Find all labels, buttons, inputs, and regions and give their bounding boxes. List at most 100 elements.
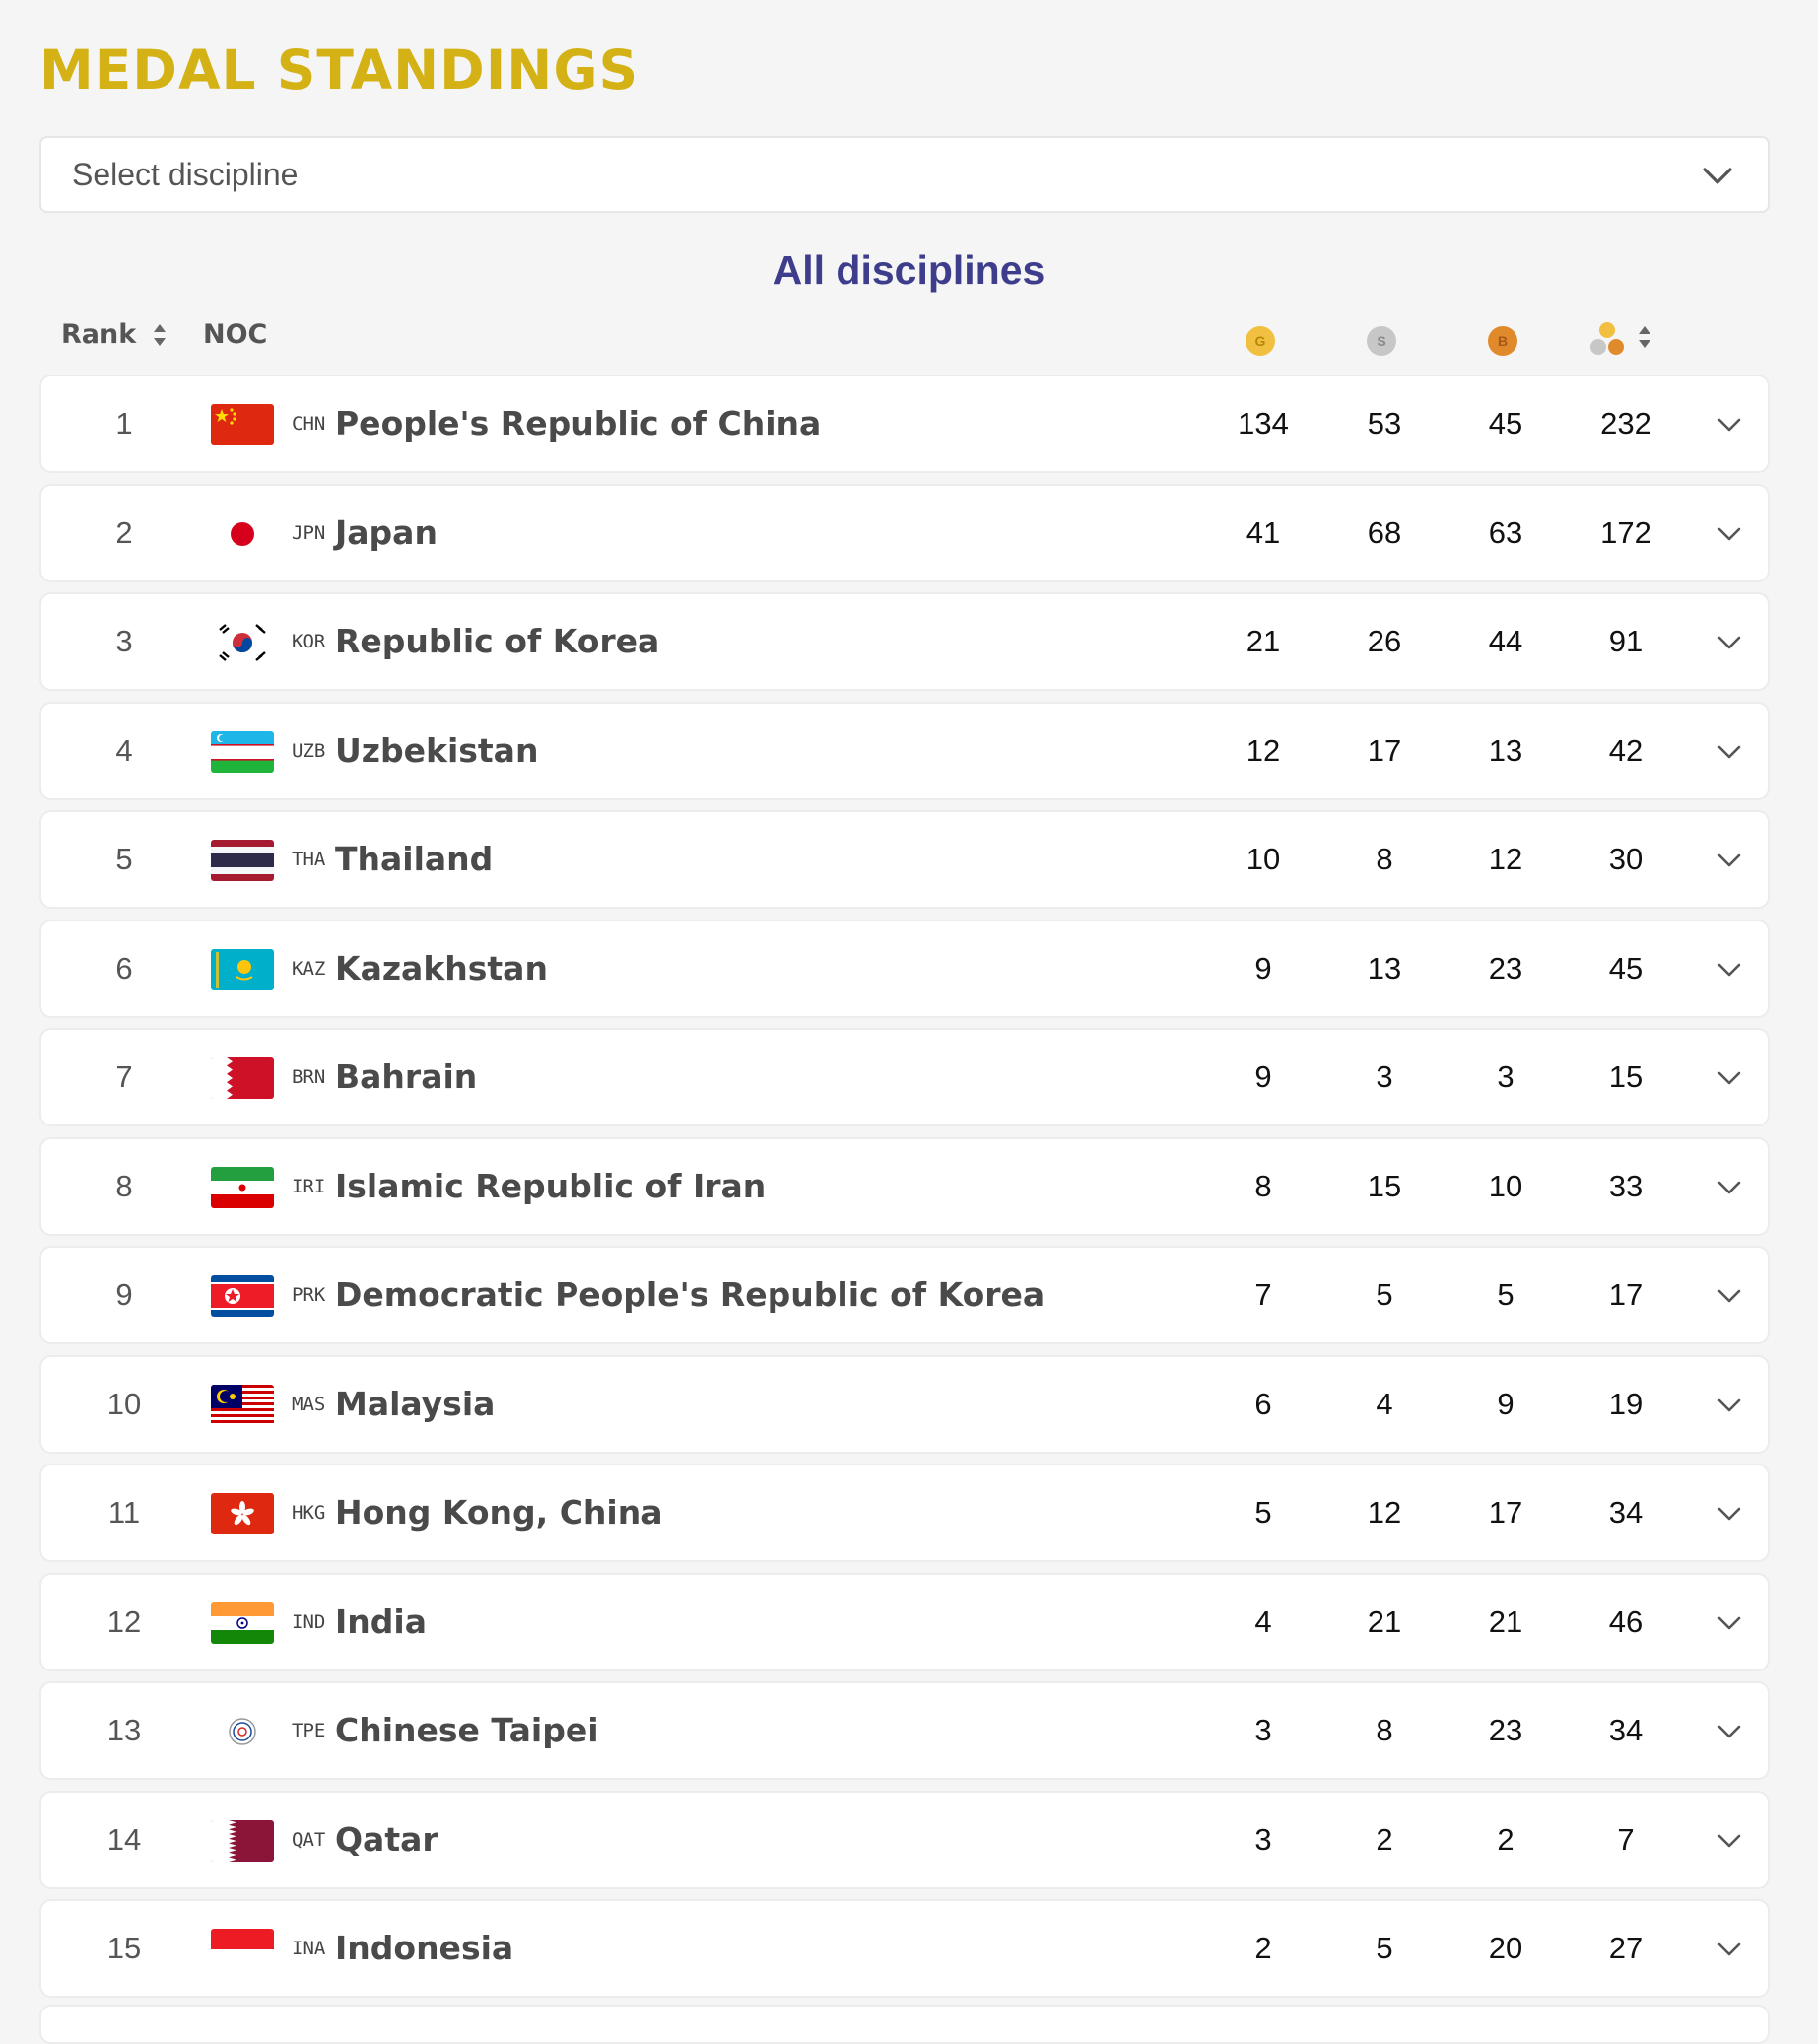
total-count: 91 (1608, 624, 1644, 658)
noc-code: KAZ (292, 957, 326, 980)
country-name: Islamic Republic of Iran (335, 1166, 767, 1205)
expand-chevron-icon[interactable] (1717, 523, 1742, 545)
silver-count: 2 (1376, 1821, 1393, 1857)
table-row[interactable]: 14 QAT Qatar 3 2 2 7 (39, 1790, 1770, 1889)
expand-chevron-icon[interactable] (1717, 1721, 1742, 1742)
table-row[interactable]: 8 IRI Islamic Republic of Iran 8 15 10 33 (39, 1136, 1770, 1236)
rank-cell: 13 (106, 1713, 142, 1747)
bronze-medal-icon: B (1488, 326, 1517, 356)
discipline-select[interactable]: Select discipline (39, 136, 1770, 213)
bronze-count: 17 (1488, 1495, 1523, 1530)
country-name: Qatar (335, 1819, 438, 1859)
rank-cell: 3 (115, 624, 133, 658)
total-sort-icon[interactable] (1637, 322, 1652, 352)
gold-letter: G (1255, 333, 1266, 349)
table-row[interactable]: 5 THA Thailand 10 8 12 30 (39, 810, 1770, 909)
expand-chevron-icon[interactable] (1717, 741, 1742, 763)
table-row[interactable] (39, 2005, 1770, 2044)
rank-cell: 6 (115, 950, 133, 986)
flag-icon (211, 730, 274, 773)
noc-code: IND (292, 1610, 326, 1633)
silver-count: 5 (1376, 1931, 1393, 1965)
country-name: Indonesia (335, 1929, 514, 1967)
expand-chevron-icon[interactable] (1717, 632, 1742, 653)
total-count: 45 (1608, 950, 1644, 986)
gold-medal-icon: G (1246, 326, 1275, 356)
gold-count: 9 (1254, 1059, 1272, 1094)
table-row[interactable]: 12 IND India 4 21 21 46 (39, 1572, 1770, 1671)
table-row[interactable]: 9 PRK Democratic People's Republic of Kore… (39, 1246, 1770, 1344)
expand-chevron-icon[interactable] (1717, 959, 1742, 981)
bronze-letter: B (1498, 333, 1508, 349)
bronze-count: 10 (1488, 1168, 1523, 1203)
total-count: 34 (1608, 1713, 1644, 1747)
country-name: Uzbekistan (335, 730, 539, 770)
noc-code: IRI (292, 1175, 326, 1197)
flag-icon (211, 622, 274, 663)
table-row[interactable]: 13 TPE Chinese Taipei 3 8 23 34 (39, 1681, 1770, 1780)
gold-count: 9 (1254, 950, 1272, 986)
bronze-count: 9 (1497, 1386, 1515, 1421)
bronze-count: 23 (1488, 1713, 1523, 1747)
total-count: 46 (1608, 1603, 1644, 1639)
silver-count: 17 (1367, 732, 1402, 768)
flag-icon (211, 948, 274, 990)
gold-count: 21 (1246, 624, 1281, 658)
expand-chevron-icon[interactable] (1717, 850, 1742, 871)
table-row[interactable]: 10 MAS Malaysia 6 4 9 19 (39, 1354, 1770, 1454)
flag-icon (211, 1601, 274, 1644)
noc-code: BRN (292, 1066, 326, 1088)
bronze-count: 13 (1488, 732, 1523, 768)
rank-column-header[interactable]: Rank (61, 319, 168, 350)
flag-icon (211, 1275, 274, 1317)
gold-count: 5 (1254, 1495, 1272, 1530)
total-count: 34 (1608, 1495, 1644, 1530)
silver-count: 13 (1367, 950, 1402, 986)
table-row[interactable]: 4 UZB Uzbekistan 12 17 13 42 (39, 701, 1770, 800)
expand-chevron-icon[interactable] (1717, 1612, 1742, 1634)
expand-chevron-icon[interactable] (1717, 1285, 1742, 1307)
table-row[interactable]: 2 JPN Japan 41 68 63 172 (39, 483, 1770, 582)
rank-cell: 9 (115, 1277, 133, 1312)
flag-icon (211, 1493, 274, 1534)
bronze-count: 3 (1497, 1059, 1515, 1094)
silver-count: 53 (1367, 406, 1402, 441)
rank-cell: 7 (115, 1059, 133, 1094)
expand-chevron-icon[interactable] (1717, 1395, 1742, 1416)
table-row[interactable]: 11 HKG Hong Kong, China 5 12 17 34 (39, 1464, 1770, 1562)
bronze-count: 12 (1488, 842, 1523, 876)
flag-icon (211, 404, 274, 445)
country-name: Republic of Korea (335, 622, 660, 660)
table-row[interactable]: 6 KAZ Kazakhstan 9 13 23 45 (39, 919, 1770, 1018)
total-count: 30 (1608, 842, 1644, 876)
noc-code: KOR (292, 631, 326, 652)
expand-chevron-icon[interactable] (1717, 414, 1742, 436)
table-row[interactable]: 3 KOR Republic of Korea 21 26 44 91 (39, 592, 1770, 691)
expand-chevron-icon[interactable] (1717, 1503, 1742, 1525)
country-name: India (335, 1601, 427, 1641)
table-row[interactable]: 1 CHN People's Republic of China 134 53 45 232 (39, 375, 1770, 473)
total-medals-icon[interactable] (1588, 321, 1626, 357)
gold-count: 3 (1254, 1821, 1272, 1857)
table-header: Rank NOC G S B (0, 313, 1818, 363)
gold-count: 3 (1254, 1713, 1272, 1747)
rank-header-label: Rank (61, 319, 137, 350)
noc-code: JPN (292, 521, 326, 544)
expand-chevron-icon[interactable] (1717, 1830, 1742, 1852)
gold-count: 134 (1238, 406, 1289, 441)
noc-code: MAS (292, 1393, 326, 1415)
bronze-count: 23 (1488, 950, 1523, 986)
rank-cell: 10 (106, 1386, 142, 1421)
expand-chevron-icon[interactable] (1717, 1939, 1742, 1960)
flag-icon (211, 1166, 274, 1208)
noc-code: THA (292, 849, 326, 870)
rank-cell: 1 (115, 406, 133, 441)
expand-chevron-icon[interactable] (1717, 1177, 1742, 1198)
expand-chevron-icon[interactable] (1717, 1067, 1742, 1089)
country-name: Japan (335, 512, 438, 552)
country-name: People's Republic of China (335, 404, 822, 443)
silver-count: 5 (1376, 1277, 1393, 1312)
country-name: Malaysia (335, 1384, 496, 1423)
table-row[interactable]: 15 INA Indonesia 2 5 20 27 (39, 1899, 1770, 1998)
table-row[interactable]: 7 BRN Bahrain 9 3 3 15 (39, 1028, 1770, 1126)
